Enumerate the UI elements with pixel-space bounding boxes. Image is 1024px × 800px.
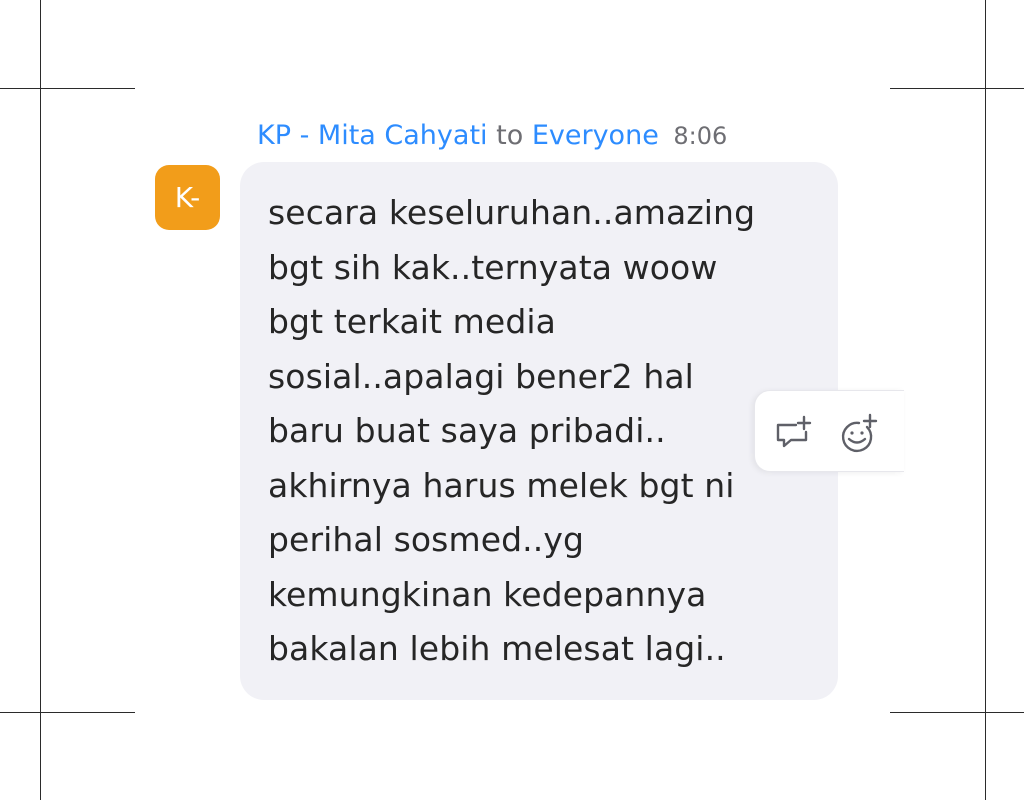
frame-line-top-right [890, 88, 1024, 89]
message-line: sosial..apalagi bener2 hal [268, 356, 694, 396]
message-header: KP - Mita Cahyati to Everyone 8:06 [257, 116, 727, 156]
reply-thread-button[interactable] [772, 411, 816, 455]
message-bubble: secara keseluruhan..amazing bgt sih kak.… [240, 162, 838, 700]
add-reaction-button[interactable] [837, 411, 881, 455]
message-line: kemungkinan kedepannya [268, 574, 707, 614]
frame-line-right [985, 0, 986, 800]
message-line: bgt sih kak..ternyata woow [268, 247, 718, 287]
frame-line-top-left [0, 88, 135, 89]
avatar[interactable]: K- [155, 165, 220, 230]
add-reaction-icon [837, 411, 881, 455]
reply-thread-icon [772, 411, 816, 455]
message-hover-actions [754, 390, 904, 472]
message-line: perihal sosmed..yg [268, 520, 585, 559]
frame-line-bottom-right [890, 712, 1024, 713]
sender-name[interactable]: KP - Mita Cahyati [257, 120, 488, 151]
message-line: bakalan lebih melesat lagi.. [268, 629, 726, 668]
frame-line-bottom-left [0, 712, 135, 713]
message-line: baru buat saya pribadi.. [268, 411, 666, 450]
recipient-name[interactable]: Everyone [532, 120, 659, 151]
message-text: secara keseluruhan..amazing bgt sih kak.… [268, 186, 818, 677]
frame-line-left [40, 0, 41, 800]
message-line: secara keseluruhan..amazing [268, 193, 756, 232]
message-time: 8:06 [673, 122, 728, 150]
message-line: akhirnya harus melek bgt ni [268, 465, 735, 505]
to-label: to [496, 120, 524, 151]
message-line: bgt terkait media [268, 302, 556, 341]
